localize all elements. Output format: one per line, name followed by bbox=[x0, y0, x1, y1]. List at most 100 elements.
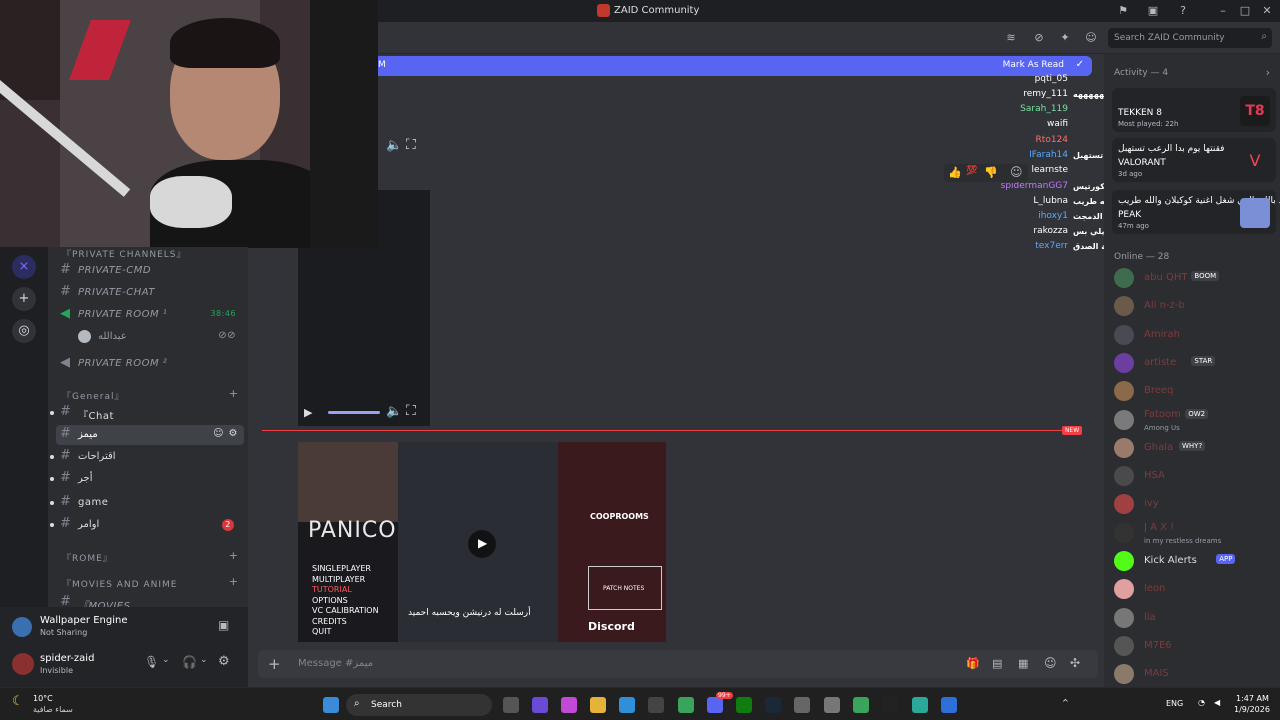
discover-icon[interactable]: ◎ bbox=[12, 319, 36, 343]
channel-chat[interactable]: # 『Chat bbox=[48, 403, 244, 423]
thumbs-up-icon[interactable]: 👍 bbox=[948, 166, 962, 179]
chrome-profile-icon[interactable] bbox=[853, 697, 869, 713]
play-icon[interactable]: ▶ bbox=[304, 406, 312, 419]
embed-play-button[interactable]: ▶ bbox=[468, 530, 496, 558]
close-icon[interactable]: ✕ bbox=[1260, 4, 1274, 18]
discord-icon[interactable] bbox=[707, 697, 723, 713]
video-embed[interactable]: PANICO SINGLEPLAYER MULTIPLAYER TUTORIAL… bbox=[298, 442, 666, 642]
invite-icon[interactable]: ☺ bbox=[213, 428, 224, 439]
chat-username[interactable]: spidermanGG7 bbox=[1001, 181, 1068, 191]
clock-time[interactable]: 1:47 AM bbox=[1236, 694, 1269, 703]
threads-icon[interactable]: ≋ bbox=[1004, 31, 1018, 45]
stream-preview-icon[interactable]: ▣ bbox=[218, 618, 229, 632]
chat-username[interactable]: ihoxy1 bbox=[1038, 211, 1068, 221]
settings-icon[interactable] bbox=[794, 697, 810, 713]
teams-icon[interactable] bbox=[532, 697, 548, 713]
taskbar-search[interactable]: ⌕ Search bbox=[346, 694, 492, 716]
avatar[interactable] bbox=[12, 653, 34, 675]
emoji-icon[interactable]: ☺ bbox=[1044, 656, 1057, 670]
category-general[interactable]: 『General』 bbox=[62, 389, 124, 402]
chat-username[interactable]: learnste bbox=[1031, 165, 1068, 175]
member-item[interactable]: HSA bbox=[1114, 464, 1278, 488]
member-item[interactable]: MAIS bbox=[1114, 662, 1278, 686]
member-item[interactable]: M7E6 bbox=[1114, 634, 1278, 658]
gif-icon[interactable]: ▤ bbox=[992, 657, 1002, 670]
volume-slider[interactable] bbox=[328, 411, 380, 414]
member-item[interactable]: leon bbox=[1114, 577, 1278, 601]
channel-suggestions[interactable]: # اقتراحات bbox=[48, 447, 244, 467]
fullscreen-icon[interactable]: ⛶ bbox=[406, 137, 416, 153]
chat-username[interactable]: remy_111 bbox=[1023, 89, 1068, 99]
volume-icon[interactable]: 🔈 bbox=[386, 138, 402, 153]
account-bar[interactable]: spider-zaid Invisible 🎙 ⌄ 🎧 ⌄ ⚙ bbox=[4, 643, 244, 683]
add-channel-icon[interactable]: + bbox=[229, 549, 238, 562]
member-item[interactable]: artiste STAR bbox=[1114, 351, 1278, 375]
copilot-icon[interactable] bbox=[561, 697, 577, 713]
channel-private-chat[interactable]: # PRIVATE-CHAT bbox=[48, 283, 244, 303]
add-channel-icon[interactable]: + bbox=[229, 575, 238, 588]
chrome-icon[interactable] bbox=[678, 697, 694, 713]
chat-username[interactable]: L_lubna bbox=[1033, 196, 1068, 206]
new-messages-banner[interactable]: M Mark As Read ✓ bbox=[378, 56, 1092, 76]
xbox-icon[interactable] bbox=[736, 697, 752, 713]
member-item[interactable]: lla bbox=[1114, 606, 1278, 630]
activity-card[interactable]: زيد بالله بالغي شغل اغنية كوكبلان والله … bbox=[1112, 190, 1280, 234]
mark-as-read-button[interactable]: Mark As Read bbox=[1003, 60, 1064, 70]
member-item[interactable]: Breeq bbox=[1114, 379, 1278, 403]
add-server-icon[interactable]: + bbox=[12, 287, 36, 311]
steam-icon[interactable] bbox=[765, 697, 781, 713]
member-item[interactable]: J A X ! in my restless dreams bbox=[1114, 521, 1278, 545]
member-item[interactable]: Fatoom OW2 Among Us bbox=[1114, 408, 1278, 432]
sticker-icon[interactable]: ▦ bbox=[1018, 657, 1028, 670]
server-icon-zaid[interactable]: ⨯ bbox=[12, 255, 36, 279]
activity-card[interactable]: فقنتها يوم بدا الرعب تستهبل VALORANT 3d … bbox=[1112, 138, 1276, 182]
member-list-icon[interactable]: ☺ bbox=[1084, 31, 1098, 45]
chevron-right-icon[interactable]: › bbox=[1266, 66, 1270, 79]
message-input[interactable]: + Message #ميمز 🎁 ▤ ▦ ☺ ✣ bbox=[258, 650, 1098, 678]
add-channel-icon[interactable]: + bbox=[229, 387, 238, 400]
channel-private-cmd[interactable]: # PRIVATE-CMD bbox=[48, 261, 244, 281]
chat-username[interactable]: Rto124 bbox=[1036, 135, 1068, 145]
add-reaction-icon[interactable]: ☺ bbox=[1010, 165, 1023, 179]
edge-icon[interactable] bbox=[619, 697, 635, 713]
app-icon[interactable] bbox=[912, 697, 928, 713]
pin-icon[interactable]: ✦ bbox=[1058, 31, 1072, 45]
chevron-down-icon[interactable]: ⌄ bbox=[162, 655, 170, 665]
speaker-icon[interactable]: ◀ bbox=[1214, 698, 1220, 707]
channel-memes[interactable]: # ميمز ⚙ ☺ bbox=[56, 425, 244, 445]
app-icon[interactable] bbox=[882, 697, 898, 713]
apps-icon[interactable]: ✣ bbox=[1070, 656, 1080, 670]
chat-username[interactable]: Sarah_119 bbox=[1020, 104, 1068, 114]
minimize-icon[interactable]: – bbox=[1216, 4, 1230, 18]
chat-username[interactable]: tex7err bbox=[1035, 241, 1068, 251]
voice-private-room-1[interactable]: ◀ PRIVATE ROOM ¹ 38:46 bbox=[48, 305, 244, 325]
channel-reward[interactable]: # أجر bbox=[48, 469, 244, 489]
wifi-icon[interactable]: ◔ bbox=[1198, 698, 1205, 707]
microphone-icon[interactable]: 🎙 bbox=[144, 655, 159, 669]
chat-username[interactable]: IFarah14 bbox=[1029, 150, 1068, 160]
maximize-icon[interactable]: □ bbox=[1238, 4, 1252, 18]
activity-card[interactable]: TEKKEN 8 Most played: 22h T8 bbox=[1112, 88, 1276, 132]
channel-movies[interactable]: # 『MOVIES bbox=[48, 593, 244, 607]
app-icon[interactable] bbox=[941, 697, 957, 713]
store-icon[interactable] bbox=[648, 697, 664, 713]
language-indicator[interactable]: ENG bbox=[1166, 699, 1183, 708]
screen-share-icon[interactable]: ▣ bbox=[1146, 4, 1160, 18]
member-item[interactable]: Ali n-z-b bbox=[1114, 294, 1278, 318]
help-icon[interactable]: ? bbox=[1176, 4, 1190, 18]
member-item[interactable]: Kick Alerts APP bbox=[1114, 549, 1278, 573]
voice-private-room-2[interactable]: ◀ PRIVATE ROOM ² bbox=[48, 354, 244, 374]
category-private[interactable]: 『PRIVATE CHANNELS』 bbox=[62, 247, 187, 260]
voice-user[interactable]: عبدالله ⊘⊘ bbox=[48, 327, 244, 347]
settings-icon[interactable]: ⚙ bbox=[229, 428, 238, 439]
chat-username[interactable]: rakozza bbox=[1033, 226, 1068, 236]
file-explorer-icon[interactable] bbox=[590, 697, 606, 713]
chevron-down-icon[interactable]: ⌄ bbox=[200, 655, 208, 665]
member-item[interactable]: Amirah bbox=[1114, 323, 1278, 347]
member-item[interactable]: Ghala WHY? bbox=[1114, 436, 1278, 460]
inbox-flag-icon[interactable]: ⚑ bbox=[1116, 4, 1130, 18]
category-rome[interactable]: 『ROME』 bbox=[62, 551, 113, 564]
settings-gear-icon[interactable]: ⚙ bbox=[218, 654, 230, 669]
start-icon[interactable] bbox=[323, 697, 339, 713]
player-volume-icon[interactable]: 🔈 bbox=[386, 404, 402, 419]
